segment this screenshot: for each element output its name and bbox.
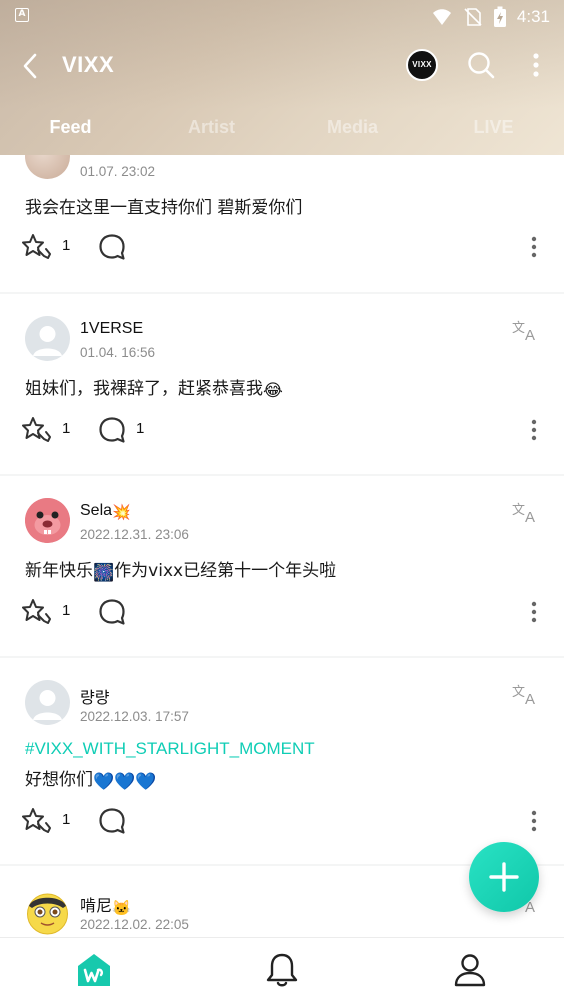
svg-text:文: 文	[512, 685, 525, 700]
post-more-icon[interactable]	[526, 232, 542, 262]
comment-icon[interactable]	[98, 233, 126, 261]
home-icon	[78, 954, 110, 986]
post-text-content: 好想你们	[25, 770, 93, 790]
post-text: 好想你们💙💙💙	[25, 765, 157, 792]
user-name[interactable]: 량량	[80, 684, 109, 708]
wifi-icon	[432, 9, 451, 25]
post-time: 2022.12.02. 22:05	[80, 917, 189, 932]
translate-icon[interactable]: 文 A	[512, 319, 540, 343]
blue-heart-emoji: 💙💙💙	[93, 772, 157, 792]
post-actions: 1	[0, 806, 564, 836]
tab-feed[interactable]: Feed	[0, 104, 141, 150]
emoji-avatar-icon	[27, 893, 68, 935]
status-bar: A 4:31	[0, 0, 564, 34]
search-icon[interactable]	[466, 50, 496, 80]
artist-logo-button[interactable]: VIXX	[406, 49, 438, 81]
svg-text:文: 文	[512, 321, 525, 336]
translate-icon[interactable]: 文 A	[512, 683, 540, 707]
nav-profile[interactable]	[450, 950, 490, 990]
svg-text:文: 文	[512, 503, 525, 518]
tab-media[interactable]: Media	[282, 104, 423, 150]
post-actions: 1	[0, 597, 564, 627]
reaction-icon[interactable]	[22, 597, 54, 627]
comment-count: 1	[136, 420, 145, 437]
post-more-icon[interactable]	[526, 597, 542, 627]
status-time: 4:31	[516, 7, 550, 26]
tab-bar: Feed Artist Media LIVE	[0, 104, 564, 150]
back-button[interactable]	[12, 48, 48, 84]
post-text-content: 姐妹们，我裸辞了，赶紧恭喜我	[25, 379, 263, 399]
post-time: 01.07. 23:02	[80, 164, 156, 179]
notification-indicator-icon: A	[15, 8, 29, 22]
post-text-before: 新年快乐	[25, 561, 93, 581]
user-name-text: Sela	[80, 502, 113, 519]
user-avatar[interactable]	[25, 890, 70, 935]
title-bar: VIXX VIXX	[0, 40, 564, 94]
post-card: Sela💥 2022.12.31. 23:06 文 A 新年快乐🎆作为vixx已…	[0, 476, 564, 656]
character-avatar-icon	[25, 498, 70, 543]
user-avatar[interactable]	[25, 316, 70, 361]
comment-icon[interactable]	[98, 598, 126, 626]
tab-live[interactable]: LIVE	[423, 104, 564, 150]
bottom-navigation	[0, 937, 564, 1002]
laughing-emoji: 😂	[263, 381, 283, 401]
post-more-icon[interactable]	[526, 415, 542, 445]
post-more-icon[interactable]	[526, 806, 542, 836]
svg-text:A: A	[525, 327, 535, 343]
more-vertical-icon[interactable]	[524, 50, 548, 80]
user-name[interactable]: 啃尼🐱	[80, 892, 131, 917]
user-avatar[interactable]	[25, 498, 70, 543]
name-emoji: 🐱	[112, 900, 131, 917]
post-text-after: 作为vixx已经第十一个年头啦	[114, 561, 337, 581]
no-sim-icon	[464, 8, 482, 26]
comment-icon[interactable]	[98, 807, 126, 835]
status-icons: 4:31	[431, 6, 550, 28]
reaction-icon[interactable]	[22, 415, 54, 445]
post-card: 1VERSE 01.04. 16:56 文 A 姐妹们，我裸辞了，赶紧恭喜我😂 …	[0, 294, 564, 474]
comment-icon[interactable]	[98, 416, 126, 444]
app-header: A 4:31 VIXX VIXX Feed Artist Media LIVE	[0, 0, 564, 155]
post-card: 량량 2022.12.03. 17:57 文 A #VIXX_WITH_STAR…	[0, 658, 564, 864]
page-title: VIXX	[62, 52, 115, 77]
battery-charging-icon	[493, 6, 506, 27]
name-emoji: 💥	[112, 504, 131, 521]
post-actions: 1	[0, 232, 564, 262]
post-text: 我会在这里一直支持你们 碧斯爱你们	[25, 198, 303, 218]
svg-text:A: A	[525, 691, 535, 707]
bell-icon	[266, 953, 298, 987]
svg-text:A: A	[525, 509, 535, 525]
nav-home[interactable]	[74, 950, 114, 990]
post-actions: 1 1	[0, 415, 564, 445]
post-text: 姐妹们，我裸辞了，赶紧恭喜我😂	[25, 374, 283, 401]
create-post-button[interactable]	[469, 842, 539, 912]
user-avatar[interactable]	[25, 680, 70, 725]
tab-artist[interactable]: Artist	[141, 104, 282, 150]
reaction-count: 1	[62, 811, 71, 828]
user-name-text: 啃尼	[80, 898, 113, 915]
post-time: 2022.12.03. 17:57	[80, 709, 189, 724]
post-time: 2022.12.31. 23:06	[80, 527, 189, 542]
plus-icon	[489, 862, 519, 892]
app-screen: 01.07. 23:02 我会在这里一直支持你们 碧斯爱你们 1 1VERSE …	[0, 0, 564, 1002]
reaction-count: 1	[62, 602, 71, 619]
default-avatar-icon	[33, 690, 62, 720]
reaction-icon[interactable]	[22, 806, 54, 836]
post-hashtag[interactable]: #VIXX_WITH_STARLIGHT_MOMENT	[25, 739, 315, 759]
fireworks-emoji: 🎆	[93, 563, 115, 583]
translate-icon[interactable]: 文 A	[512, 501, 540, 525]
user-name[interactable]: 1VERSE	[80, 320, 143, 338]
reaction-count: 1	[62, 420, 71, 437]
default-avatar-icon	[33, 326, 62, 356]
user-name[interactable]: Sela💥	[80, 502, 131, 521]
post-time: 01.04. 16:56	[80, 345, 156, 360]
nav-notifications[interactable]	[262, 950, 302, 990]
profile-icon	[454, 954, 486, 987]
reaction-count: 1	[62, 237, 71, 254]
post-text: 新年快乐🎆作为vixx已经第十一个年头啦	[25, 556, 336, 583]
back-arrow-icon	[23, 53, 37, 79]
reaction-icon[interactable]	[22, 232, 54, 262]
